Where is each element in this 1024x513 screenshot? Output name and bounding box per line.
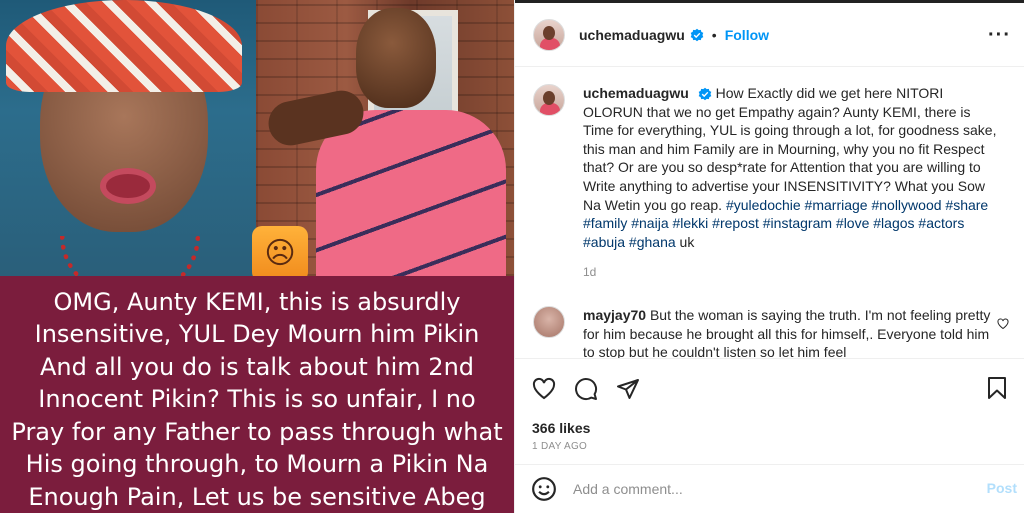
post-header: uchemaduagwu • Follow ··· xyxy=(515,3,1024,67)
comment-input[interactable] xyxy=(573,481,963,497)
woman-photo xyxy=(0,0,256,276)
comment-icon xyxy=(575,377,598,400)
caption-text: How Exactly did we get here NITORI OLORU… xyxy=(583,85,997,213)
comments-section[interactable]: uchemaduagwu How Exactly did we get here… xyxy=(515,68,1024,358)
post-date[interactable]: 1 DAY AGO xyxy=(532,441,587,452)
man-shirt xyxy=(316,110,506,276)
header-separator: • xyxy=(711,26,717,43)
bookmark-icon[interactable] xyxy=(985,376,1009,400)
caption-verified-badge-icon xyxy=(698,87,711,101)
comment-composer: Post xyxy=(515,464,1024,513)
caption-avatar[interactable] xyxy=(533,84,565,116)
send-icon xyxy=(617,378,639,399)
emoji-picker-icon[interactable] xyxy=(531,476,557,502)
caption-body: uchemaduagwu How Exactly did we get here… xyxy=(583,84,1003,282)
caption-time[interactable]: 1d xyxy=(583,263,1003,282)
author-username[interactable]: uchemaduagwu xyxy=(579,27,685,43)
woman-headwrap xyxy=(6,0,242,92)
weary-emoji-icon: ☹ xyxy=(252,226,308,282)
share-button[interactable] xyxy=(615,376,641,402)
author-avatar[interactable] xyxy=(533,18,565,51)
caption-suffix: uk xyxy=(675,233,695,250)
man-head xyxy=(356,8,436,108)
emoji-face: ☹ xyxy=(264,236,296,271)
likes-count[interactable]: 366 likes xyxy=(532,420,590,436)
post-button[interactable]: Post xyxy=(987,480,1017,496)
comment-button[interactable] xyxy=(573,376,599,402)
comment-like-icon[interactable] xyxy=(997,318,1009,330)
woman-necklace xyxy=(60,236,200,276)
post-caption: uchemaduagwu How Exactly did we get here… xyxy=(533,84,1009,282)
post-panel: uchemaduagwu • Follow ··· uchemaduagwu H… xyxy=(514,0,1024,513)
caption-username[interactable]: uchemaduagwu xyxy=(583,85,689,101)
action-bar xyxy=(515,358,1024,418)
commenter-avatar[interactable] xyxy=(533,305,565,338)
comment-item: mayjay70 But the woman is saying the tru… xyxy=(533,305,1009,358)
media-caption-text: OMG, Aunty KEMI, this is absurdly Insens… xyxy=(11,287,503,511)
verified-badge-icon xyxy=(690,28,704,41)
follow-button[interactable]: Follow xyxy=(725,27,769,43)
comment-body: mayjay70 But the woman is saying the tru… xyxy=(583,306,1003,358)
heart-icon xyxy=(532,377,556,399)
like-button[interactable] xyxy=(531,376,557,402)
post-media[interactable]: ☹ OMG, Aunty KEMI, this is absurdly Inse… xyxy=(0,0,514,513)
commenter-username[interactable]: mayjay70 xyxy=(583,307,646,323)
media-caption-box: OMG, Aunty KEMI, this is absurdly Insens… xyxy=(0,276,514,513)
woman-mouth xyxy=(100,168,156,204)
more-options-icon[interactable]: ··· xyxy=(988,25,1011,45)
